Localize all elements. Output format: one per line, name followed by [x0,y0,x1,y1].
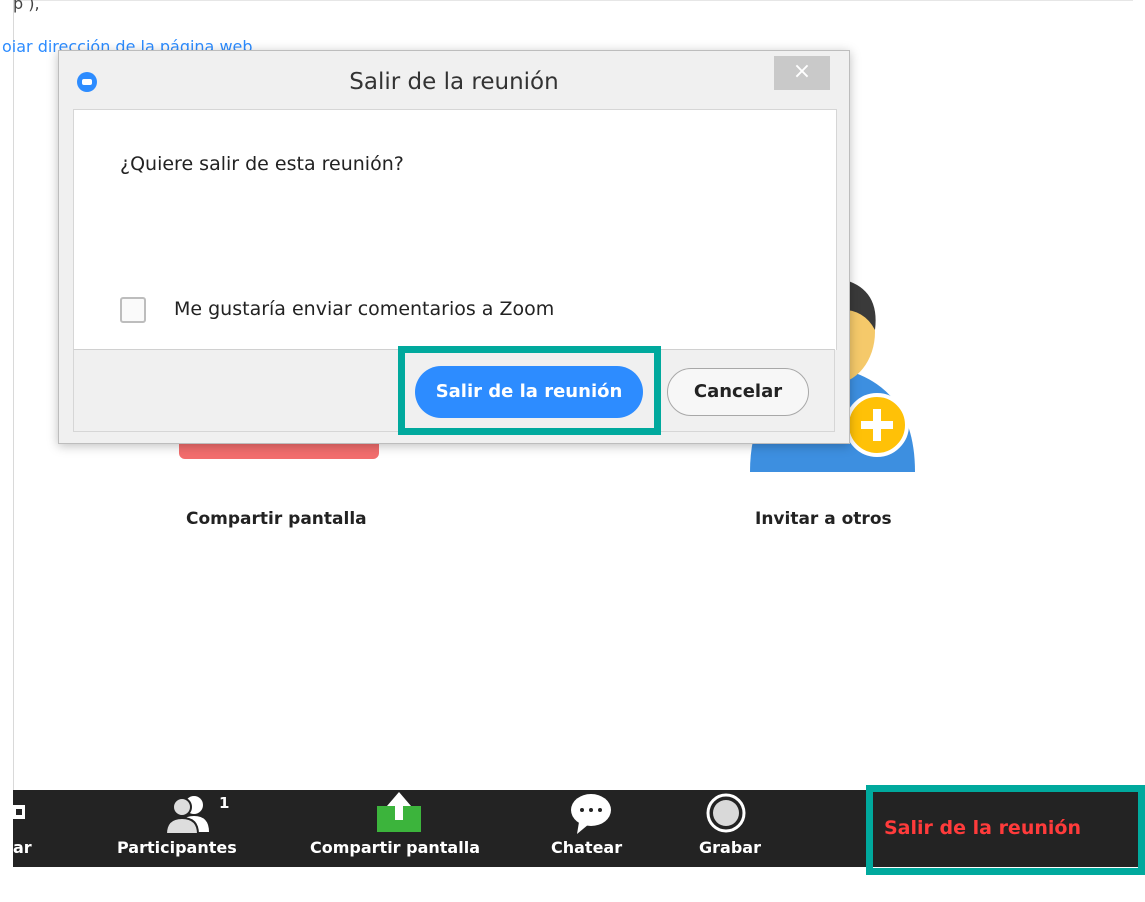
share-screen-icon [377,792,421,832]
feedback-checkbox[interactable] [120,297,146,323]
partial-icon [13,805,25,819]
invite-others-label: Invitar a otros [755,509,892,529]
toolbar-participants[interactable]: 1 Participantes [105,790,265,867]
toolbar-chat-label: Chatear [551,838,623,857]
toolbar-share-label: Compartir pantalla [310,838,480,857]
highlight-dialog-leave [398,346,661,435]
cancel-button[interactable]: Cancelar [667,368,809,416]
toolbar-partial-label: ar [13,838,32,857]
toolbar-chat[interactable]: Chatear [543,790,643,867]
feedback-checkbox-label[interactable]: Me gustaría enviar comentarios a Zoom [174,298,554,320]
close-icon[interactable]: × [774,56,830,90]
share-screen-label: Compartir pantalla [186,509,367,529]
window-top-border [13,0,1133,1]
background-top-text: p ), [13,0,40,13]
toolbar-partial-item[interactable]: ar [13,790,43,867]
toolbar-record-label: Grabar [699,838,761,857]
window-left-border [13,0,14,790]
toolbar-participants-label: Participantes [117,838,237,857]
highlight-toolbar-leave [866,785,1145,875]
record-icon [706,793,746,833]
toolbar-share-screen[interactable]: Compartir pantalla [303,790,513,867]
dialog-title: Salir de la reunión [349,69,559,95]
chat-icon [571,794,611,834]
participants-count-badge: 1 [219,794,230,812]
participants-icon [164,796,209,834]
dialog-question: ¿Quiere salir de esta reunión? [120,153,404,175]
toolbar-record[interactable]: Grabar [683,790,773,867]
dialog-body: ¿Quiere salir de esta reunión? Me gustar… [73,109,837,350]
